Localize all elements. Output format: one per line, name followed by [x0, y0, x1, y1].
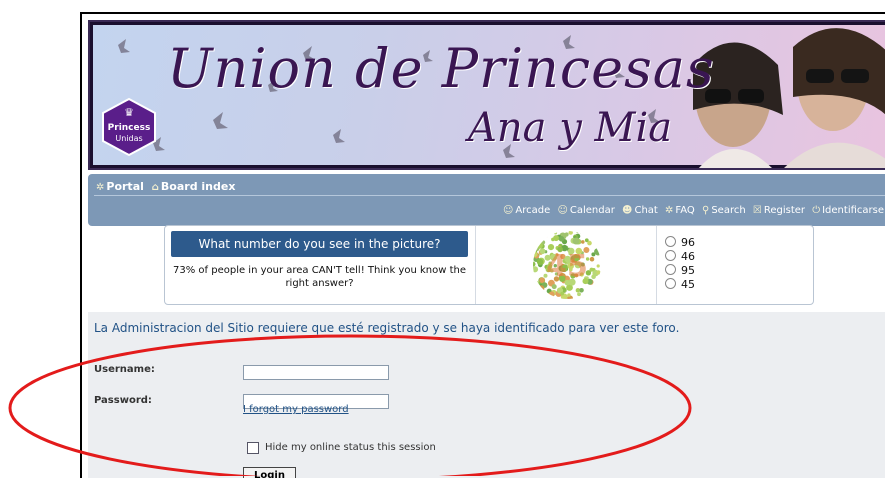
ad-subtext: 73% of people in your area CAN'T tell! T…: [173, 265, 466, 289]
option-3[interactable]: 95: [665, 264, 805, 278]
search-icon: ⚲: [701, 205, 710, 216]
login-icon: ⏻: [812, 205, 821, 216]
option-label: 46: [681, 250, 695, 263]
svg-text:♛: ♛: [124, 106, 134, 119]
ad-picture-section: 45: [476, 226, 657, 304]
faq-link[interactable]: FAQ: [675, 205, 694, 216]
login-required-message: La Administracion del Sitio requiere que…: [94, 321, 680, 335]
option-1[interactable]: 96: [665, 236, 805, 250]
ad-text-section: What number do you see in the picture? 7…: [165, 226, 476, 304]
arcade-icon: ☺: [502, 205, 514, 216]
forgot-password-link[interactable]: I forgot my password: [243, 404, 349, 415]
option-label: 96: [681, 236, 695, 249]
quiz-ad[interactable]: What number do you see in the picture? 7…: [164, 225, 814, 305]
breadcrumb: ✲ Portal ⌂ Board index: [96, 180, 235, 193]
badge-line1: Princess: [107, 123, 151, 133]
portal-icon: ✲: [96, 182, 105, 193]
register-icon: ☒: [752, 205, 762, 216]
hide-status-label: Hide my online status this session: [265, 442, 436, 453]
identificarse-link[interactable]: Identificarse: [822, 205, 884, 216]
hide-status-checkbox[interactable]: [247, 442, 259, 454]
calendar-link[interactable]: Calendar: [570, 205, 615, 216]
option-label: 95: [681, 264, 695, 277]
home-icon: ⌂: [151, 182, 159, 193]
login-button[interactable]: Login: [243, 467, 296, 478]
banner-title: Union de Princesas: [167, 37, 715, 100]
ad-options: 96 46 95 45: [665, 236, 805, 292]
radio-icon[interactable]: [665, 264, 676, 275]
calendar-icon: ☺: [557, 205, 568, 216]
banner-subtitle: Ana y Mia: [468, 105, 673, 151]
board-index-link[interactable]: Board index: [161, 180, 236, 193]
arcade-link[interactable]: Arcade: [515, 205, 550, 216]
option-2[interactable]: 46: [665, 250, 805, 264]
username-input[interactable]: [243, 365, 389, 380]
radio-icon[interactable]: [665, 250, 676, 261]
site-banner[interactable]: ♛ Princess Unidas Union de Princesas Ana…: [88, 20, 885, 170]
search-link[interactable]: Search: [711, 205, 745, 216]
navbar: ✲ Portal ⌂ Board index ☺ Arcade ☺ Calendar ☻…: [88, 174, 885, 226]
chat-icon: ☻: [622, 205, 633, 216]
faq-icon: ✲: [665, 205, 674, 216]
navbar-divider: [94, 195, 885, 196]
username-label: Username:: [94, 364, 155, 375]
badge-line2: Unidas: [115, 134, 143, 143]
quick-links: ☺ Arcade ☺ Calendar ☻ Chat ✲ FAQ ⚲ Search ☒ Re…: [503, 205, 884, 216]
page-frame: ♛ Princess Unidas Union de Princesas Ana…: [80, 12, 885, 478]
option-label: 45: [681, 278, 695, 291]
banner-background: ♛ Princess Unidas Union de Princesas Ana…: [93, 25, 885, 168]
chat-link[interactable]: Chat: [634, 205, 657, 216]
models-photo: [693, 28, 885, 168]
option-4[interactable]: 45: [665, 278, 805, 292]
radio-icon[interactable]: [665, 278, 676, 289]
password-label: Password:: [94, 395, 152, 406]
radio-icon[interactable]: [665, 236, 676, 247]
color-blind-test-image[interactable]: 45: [476, 226, 656, 304]
register-link[interactable]: Register: [764, 205, 805, 216]
login-panel: La Administracion del Sitio requiere que…: [88, 312, 885, 478]
princess-badge: ♛ Princess Unidas: [99, 97, 159, 157]
ad-question[interactable]: What number do you see in the picture?: [171, 231, 468, 257]
hidden-number: 45: [546, 249, 588, 284]
portal-link[interactable]: Portal: [106, 180, 144, 193]
